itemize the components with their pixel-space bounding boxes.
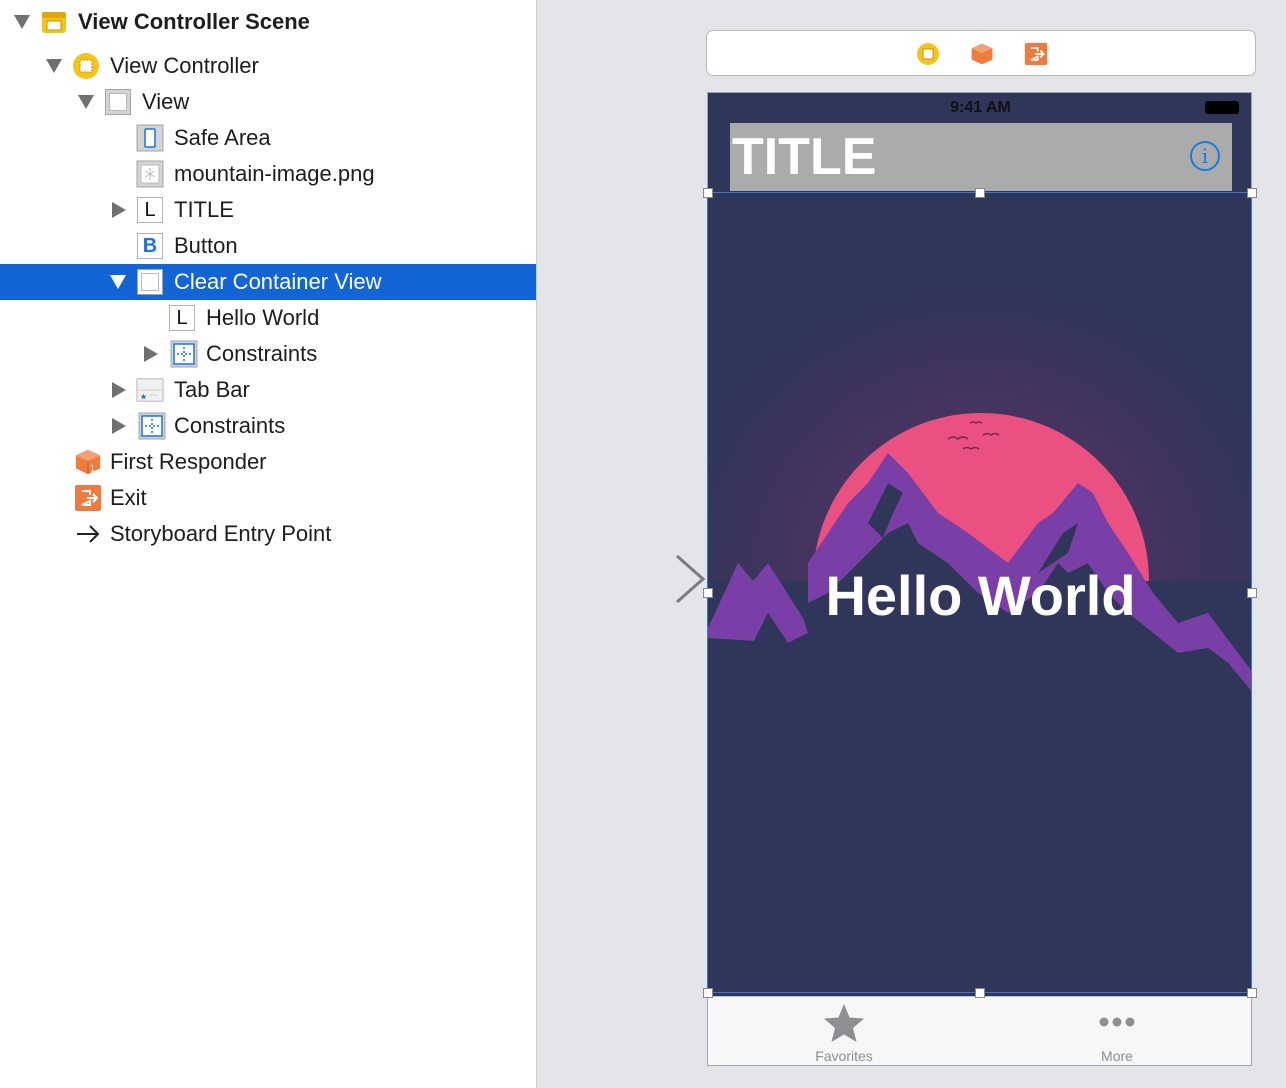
phone-screen[interactable]: 9:41 AM TITLE i Hello World Favorites Mo… [707, 92, 1252, 1066]
outline-item-label: Constraints [174, 413, 286, 438]
disclosure-expanded-icon[interactable] [46, 59, 62, 73]
outline-item-label: First Responder [110, 449, 267, 474]
outline-item-button[interactable]: B Button [0, 228, 536, 264]
outline-item-label: View [142, 89, 190, 114]
outline-item-view-controller-scene[interactable]: View Controller Scene [0, 4, 536, 40]
resize-handle-bottom[interactable] [975, 988, 985, 998]
tab-label: Favorites [815, 1048, 873, 1064]
outline-item-label: Constraints [206, 341, 318, 366]
entry-point-arrow-icon[interactable] [561, 552, 707, 606]
outline-item-constraints[interactable]: Constraints [0, 336, 536, 372]
battery-icon [1205, 101, 1239, 114]
outline-item-mountain-image[interactable]: mountain-image.png [0, 156, 536, 192]
outline-item-view-controller[interactable]: View Controller [0, 48, 536, 84]
outline-item-safe-area[interactable]: Safe Area [0, 120, 536, 156]
outline-item-title-label[interactable]: L TITLE [0, 192, 536, 228]
tab-more[interactable]: More [981, 997, 1251, 1065]
outline-item-label: View Controller [110, 53, 259, 78]
svg-text:★: ★ [140, 391, 148, 401]
scene-icon [40, 8, 68, 36]
outline-item-label: Safe Area [174, 125, 271, 150]
tab-bar: Favorites More [708, 996, 1251, 1065]
outline-item-label: Hello World [206, 305, 320, 330]
tab-favorites[interactable]: Favorites [708, 997, 980, 1065]
outline-item-storyboard-entry-point[interactable]: Storyboard Entry Point [0, 516, 536, 552]
disclosure-expanded-icon[interactable] [110, 275, 126, 289]
scene-dock [706, 30, 1256, 76]
exit-icon[interactable] [1024, 42, 1048, 66]
outline-item-label: Exit [110, 485, 147, 510]
info-icon: i [1201, 144, 1209, 168]
title-bar: TITLE i [730, 123, 1232, 191]
storyboard-canvas[interactable]: 9:41 AM TITLE i Hello World Favorites Mo… [537, 0, 1286, 1088]
more-dots-icon [1099, 1017, 1135, 1027]
svg-text:···: ··· [150, 390, 157, 399]
outline-item-label: Clear Container View [174, 269, 382, 294]
outline-item-first-responder[interactable]: 1 First Responder [0, 444, 536, 480]
view-icon [104, 88, 132, 116]
outline-item-view[interactable]: View [0, 84, 536, 120]
outline-item-label: mountain-image.png [174, 161, 375, 186]
safe-area-icon [136, 124, 164, 152]
view-icon [136, 268, 164, 296]
button-icon: B [136, 232, 164, 260]
outline-item-tab-bar[interactable]: ★ ··· Tab Bar [0, 372, 536, 408]
status-bar-time: 9:41 AM [950, 99, 1011, 116]
tab-label: More [1101, 1048, 1133, 1064]
view-controller-icon[interactable] [916, 42, 940, 66]
label-icon: L [136, 196, 164, 224]
label-icon: L [168, 304, 196, 332]
document-outline: View Controller Scene View Controller Vi… [0, 0, 537, 1088]
title-label[interactable]: TITLE [732, 125, 876, 189]
outline-item-label: Tab Bar [174, 377, 250, 402]
disclosure-collapsed-icon[interactable] [144, 346, 158, 362]
image-view-icon [136, 160, 164, 188]
outline-item-label: Storyboard Entry Point [110, 521, 332, 546]
resize-handle-left[interactable] [703, 588, 713, 598]
resize-handle-top-right[interactable] [1247, 188, 1257, 198]
outline-item-label: Button [174, 233, 238, 258]
hello-world-label[interactable]: Hello World [708, 563, 1251, 628]
resize-handle-top[interactable] [975, 188, 985, 198]
disclosure-collapsed-icon[interactable] [112, 202, 126, 218]
outline-item-exit[interactable]: Exit [0, 480, 536, 516]
disclosure-collapsed-icon[interactable] [112, 382, 126, 398]
resize-handle-bottom-left[interactable] [703, 988, 713, 998]
disclosure-expanded-icon[interactable] [14, 15, 30, 29]
star-icon [824, 1004, 864, 1042]
view-controller-icon [72, 52, 100, 80]
resize-handle-right[interactable] [1247, 588, 1257, 598]
constraints-icon [170, 340, 198, 368]
first-responder-icon: 1 [74, 448, 102, 476]
exit-icon [74, 484, 102, 512]
outline-item-label: View Controller Scene [78, 9, 310, 34]
constraints-icon [138, 412, 166, 440]
arrow-right-icon [74, 520, 102, 548]
info-button[interactable]: i [1190, 141, 1220, 171]
disclosure-expanded-icon[interactable] [78, 95, 94, 109]
resize-handle-bottom-right[interactable] [1247, 988, 1257, 998]
first-responder-icon[interactable] [970, 42, 994, 66]
outline-item-label: TITLE [174, 197, 234, 222]
outline-item-constraints[interactable]: Constraints [0, 408, 536, 444]
svg-text:1: 1 [90, 463, 95, 473]
disclosure-collapsed-icon[interactable] [112, 418, 126, 434]
resize-handle-top-left[interactable] [703, 188, 713, 198]
outline-item-clear-container-view[interactable]: Clear Container View [0, 264, 536, 300]
tab-bar-icon: ★ ··· [136, 376, 164, 404]
outline-item-hello-world-label[interactable]: L Hello World [0, 300, 536, 336]
